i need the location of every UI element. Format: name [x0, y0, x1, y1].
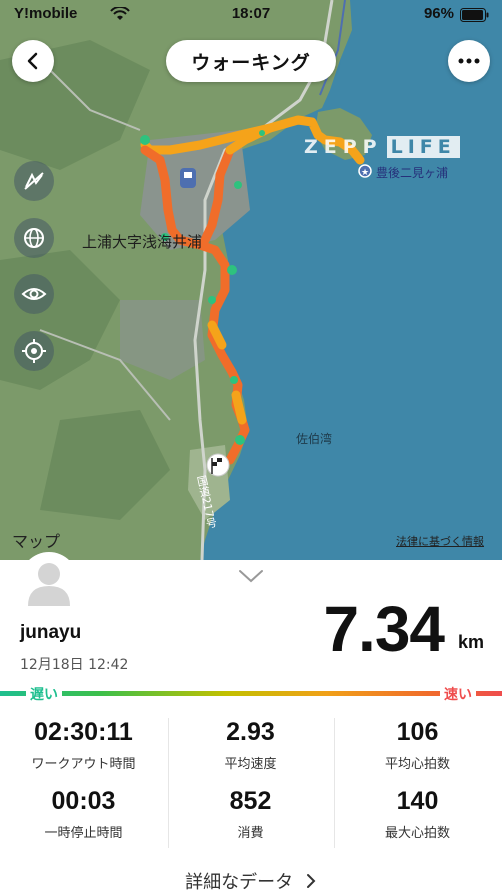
battery-percent: 96% — [423, 5, 454, 22]
wifi-icon — [110, 7, 130, 20]
stat-max-heart-rate: 140 最大心拍数 — [384, 787, 450, 841]
visibility-button[interactable] — [14, 274, 54, 314]
distance-value: 7.34 — [323, 593, 445, 665]
globe-icon — [24, 228, 44, 248]
user-placeholder-icon — [28, 563, 70, 606]
map-style-button[interactable] — [14, 218, 54, 258]
workout-type-title: ウォーキング — [166, 40, 336, 82]
detail-data-link[interactable]: 詳細なデータ — [0, 868, 502, 894]
chevron-right-icon — [306, 874, 316, 888]
back-button[interactable] — [12, 40, 54, 82]
distance-unit: km — [457, 632, 484, 652]
workout-summary-sheet: junayu 12月18日 12:42 7.34 km 遅い 速い 02:30:… — [0, 552, 502, 895]
locate-icon — [22, 339, 46, 363]
map-terrain: ★ — [0, 0, 372, 560]
apple-maps-attribution: マップ — [12, 532, 61, 551]
speed-gradient-bar — [0, 691, 502, 696]
route-map[interactable]: ★ Y!mobile 18:07 96% ウォーキング ZEPP LIFE 豊後… — [0, 0, 502, 560]
ellipsis-icon — [458, 58, 480, 64]
eye-icon — [21, 288, 47, 300]
workout-datetime: 12月18日 12:42 — [20, 657, 129, 673]
layers-toggle-button[interactable] — [14, 161, 54, 201]
layers-off-icon — [24, 172, 44, 190]
chevron-left-icon — [27, 52, 38, 70]
life-logo-text: LIFE — [386, 136, 460, 158]
bay-label: 佐伯湾 — [296, 432, 333, 446]
chevron-down-icon — [239, 570, 263, 583]
speed-fast-label: 速い — [440, 684, 476, 704]
avatar[interactable] — [20, 552, 78, 610]
zepp-logo-text: ZEPP — [304, 136, 383, 158]
speed-slow-label: 遅い — [26, 684, 62, 704]
stat-workout-time: 02:30:11 ワークアウト時間 — [31, 718, 136, 772]
status-bar: Y!mobile 18:07 96% — [0, 0, 502, 30]
legal-info-link[interactable]: 法律に基づく情報 — [396, 533, 484, 549]
locate-button[interactable] — [14, 331, 54, 371]
stat-pause-time: 00:03 一時停止時間 — [44, 787, 123, 841]
stat-avg-speed: 2.93 平均速度 — [224, 718, 277, 772]
stat-avg-heart-rate: 106 平均心拍数 — [384, 718, 450, 772]
poi-label: 豊後二見ヶ浦 — [376, 166, 449, 180]
svg-text:★: ★ — [361, 168, 369, 178]
battery-icon — [460, 8, 489, 22]
more-button[interactable] — [448, 40, 490, 82]
username: junayu — [20, 622, 82, 643]
town-label: 上浦大字浅海井浦 — [82, 233, 203, 251]
zepp-life-watermark: ZEPP LIFE — [304, 136, 460, 158]
detail-data-label: 詳細なデータ — [185, 872, 294, 893]
stat-calories: 852 消費 — [229, 787, 272, 841]
collapse-sheet-button[interactable] — [238, 568, 264, 587]
